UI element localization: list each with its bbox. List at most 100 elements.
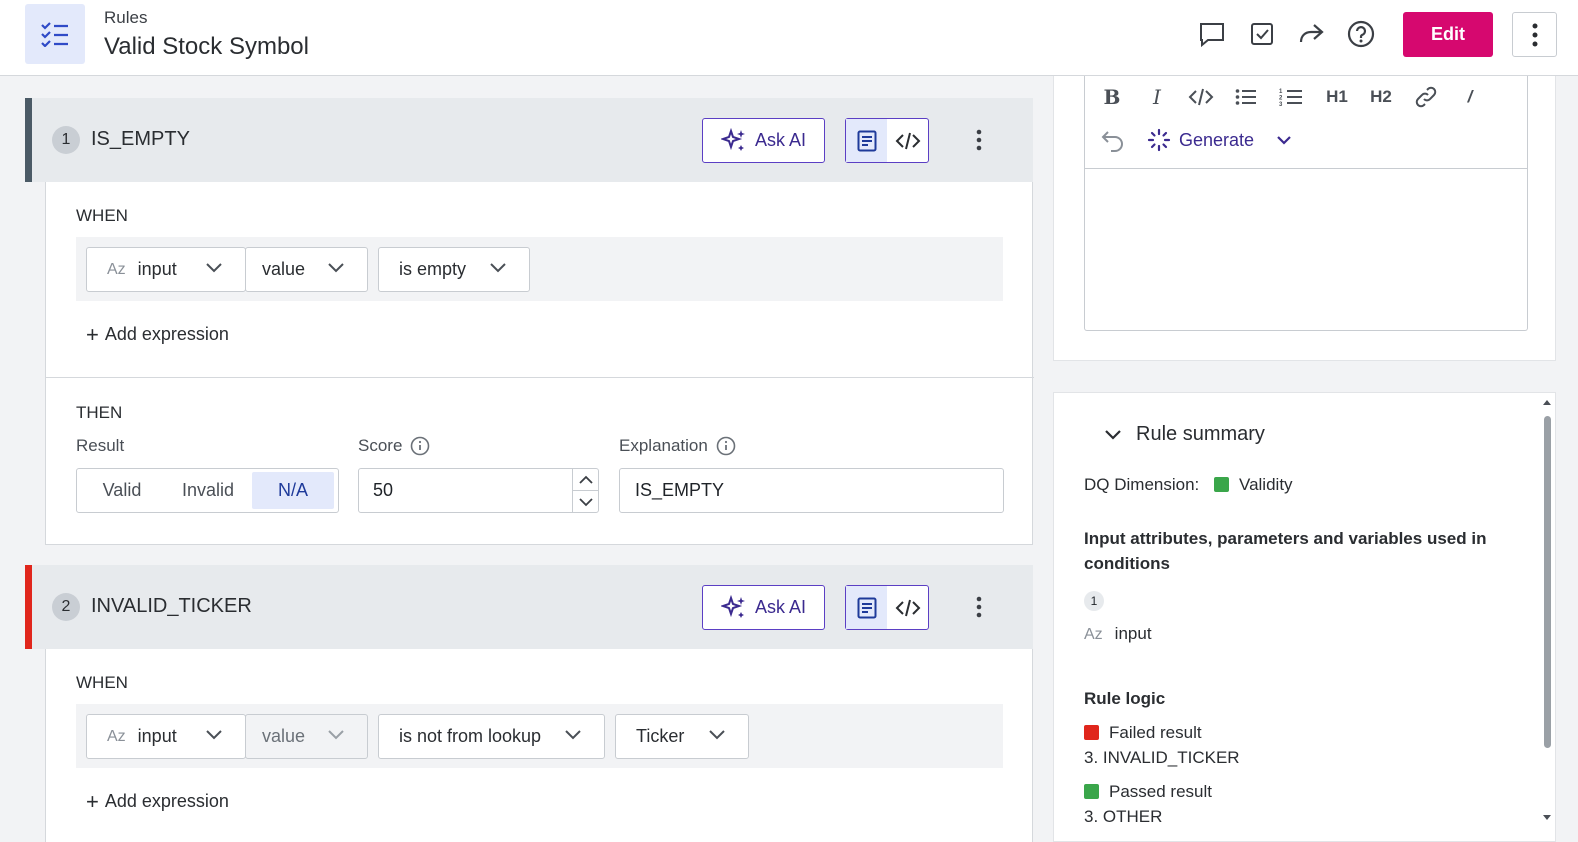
ask-ai-label: Ask AI bbox=[754, 130, 807, 150]
chevron-down-icon[interactable] bbox=[1276, 135, 1292, 145]
text-type-icon: Az bbox=[1084, 626, 1103, 643]
help-icon[interactable] bbox=[1345, 18, 1377, 50]
operator-value: is not from lookup bbox=[399, 726, 542, 746]
generate-button[interactable]: Generate bbox=[1147, 128, 1292, 152]
rule-card: 2 INVALID_TICKER Ask AI WHEN Az input va… bbox=[25, 565, 1033, 842]
explanation-input[interactable]: IS_EMPTY bbox=[619, 468, 1004, 513]
attribute-dropdown[interactable]: value bbox=[245, 247, 368, 292]
inputs-heading: Input attributes, parameters and variabl… bbox=[1084, 529, 1487, 573]
task-check-icon[interactable] bbox=[1246, 18, 1278, 50]
result-option-valid[interactable]: Valid bbox=[80, 472, 164, 509]
form-view-icon[interactable] bbox=[846, 119, 887, 162]
rule-status-bar bbox=[25, 98, 32, 182]
bullet-list-icon[interactable] bbox=[1231, 82, 1261, 112]
chevron-up-icon[interactable] bbox=[573, 469, 598, 491]
italic-icon[interactable]: I bbox=[1142, 82, 1172, 112]
slash-command-icon[interactable]: / bbox=[1455, 82, 1485, 112]
input-dropdown[interactable]: Az input bbox=[86, 714, 246, 759]
plus-icon: + bbox=[86, 788, 99, 814]
summary-scrollbar[interactable] bbox=[1540, 398, 1554, 826]
score-label-text: Score bbox=[358, 436, 403, 455]
chevron-down-icon bbox=[709, 730, 725, 740]
form-view-icon[interactable] bbox=[846, 586, 887, 629]
heading1-icon[interactable]: H1 bbox=[1322, 82, 1352, 112]
page-title: Valid Stock Symbol bbox=[104, 33, 309, 60]
undo-icon[interactable] bbox=[1098, 126, 1128, 156]
rule-name: IS_EMPTY bbox=[91, 128, 190, 150]
info-icon[interactable] bbox=[410, 436, 430, 456]
scroll-up-icon[interactable] bbox=[1542, 398, 1552, 406]
input-dropdown[interactable]: Az input bbox=[86, 247, 246, 292]
spinner-icon bbox=[1147, 128, 1171, 152]
lookup-value: Ticker bbox=[636, 726, 685, 746]
rich-text-editor: B I 123 H1 H2 / Generate bbox=[1084, 76, 1528, 331]
input-value: input bbox=[137, 726, 177, 746]
chevron-down-icon bbox=[565, 730, 581, 740]
numbered-list-icon[interactable]: 123 bbox=[1276, 82, 1306, 112]
chevron-down-icon[interactable] bbox=[573, 491, 598, 512]
scroll-thumb[interactable] bbox=[1544, 416, 1551, 748]
edit-button[interactable]: Edit bbox=[1403, 12, 1493, 57]
score-stepper bbox=[572, 469, 598, 512]
attribute-dropdown: value bbox=[245, 714, 368, 759]
lookup-dropdown[interactable]: Ticker bbox=[615, 714, 749, 759]
input-item-name: input bbox=[1114, 624, 1152, 643]
result-option-invalid[interactable]: Invalid bbox=[164, 472, 252, 509]
text-type-icon: Az bbox=[107, 260, 126, 278]
failed-result-label: Failed result bbox=[1109, 723, 1202, 742]
chevron-down-icon bbox=[206, 263, 222, 273]
rule-status-bar bbox=[25, 565, 32, 649]
share-icon[interactable] bbox=[1295, 18, 1327, 50]
rule-menu-icon[interactable] bbox=[967, 125, 991, 155]
view-mode-toggle[interactable] bbox=[845, 585, 929, 630]
rule-logic-heading: Rule logic bbox=[1084, 689, 1166, 708]
rule-number-badge: 1 bbox=[52, 126, 80, 154]
breadcrumb[interactable]: Rules bbox=[104, 8, 147, 28]
input-value: input bbox=[137, 259, 177, 279]
rule-number-badge: 2 bbox=[52, 593, 80, 621]
description-editor-panel: B I 123 H1 H2 / Generate bbox=[1053, 76, 1556, 361]
svg-text:2: 2 bbox=[1279, 96, 1283, 102]
more-vertical-icon[interactable] bbox=[1512, 12, 1557, 57]
chevron-down-icon bbox=[328, 263, 344, 273]
failed-dot-icon bbox=[1084, 725, 1099, 740]
chevron-down-icon bbox=[490, 263, 506, 273]
add-expression-button[interactable]: + Add expression bbox=[86, 788, 229, 814]
rule-header[interactable]: 2 INVALID_TICKER Ask AI bbox=[25, 565, 1033, 649]
expression-row: Az input value is empty bbox=[76, 237, 1003, 301]
score-input[interactable]: 50 bbox=[358, 468, 599, 513]
code-icon[interactable] bbox=[1186, 82, 1216, 112]
heading2-icon[interactable]: H2 bbox=[1366, 82, 1396, 112]
when-label: WHEN bbox=[76, 673, 128, 692]
dq-dimension-value: Validity bbox=[1239, 475, 1293, 494]
ask-ai-button[interactable]: Ask AI bbox=[702, 585, 825, 630]
ask-ai-button[interactable]: Ask AI bbox=[702, 118, 825, 163]
rule-name: INVALID_TICKER bbox=[91, 595, 252, 617]
generate-label: Generate bbox=[1179, 129, 1255, 150]
rule-summary-toggle[interactable]: Rule summary bbox=[1104, 423, 1265, 446]
svg-text:1: 1 bbox=[1279, 89, 1283, 95]
explanation-label-text: Explanation bbox=[619, 436, 708, 455]
add-expression-label: Add expression bbox=[104, 791, 229, 811]
rule-summary-panel: Rule summary DQ Dimension: Validity Inpu… bbox=[1053, 392, 1556, 842]
result-option-na[interactable]: N/A bbox=[252, 472, 334, 509]
comment-icon[interactable] bbox=[1196, 18, 1228, 50]
rule-header[interactable]: 1 IS_EMPTY Ask AI bbox=[25, 98, 1033, 182]
info-icon[interactable] bbox=[716, 436, 736, 456]
operator-dropdown[interactable]: is not from lookup bbox=[378, 714, 605, 759]
link-icon[interactable] bbox=[1411, 82, 1441, 112]
chevron-down-icon bbox=[1105, 429, 1121, 440]
code-view-icon[interactable] bbox=[887, 119, 928, 162]
rule-menu-icon[interactable] bbox=[967, 592, 991, 622]
when-label: WHEN bbox=[76, 206, 128, 225]
view-mode-toggle[interactable] bbox=[845, 118, 929, 163]
top-header: Rules Valid Stock Symbol Edit bbox=[0, 0, 1578, 76]
operator-value: is empty bbox=[399, 259, 467, 279]
ask-ai-label: Ask AI bbox=[754, 597, 807, 617]
operator-dropdown[interactable]: is empty bbox=[378, 247, 530, 292]
bold-icon[interactable]: B bbox=[1097, 82, 1127, 112]
add-expression-button[interactable]: + Add expression bbox=[86, 323, 229, 345]
scroll-down-icon[interactable] bbox=[1542, 814, 1552, 822]
divider bbox=[46, 377, 1034, 378]
code-view-icon[interactable] bbox=[887, 586, 928, 629]
